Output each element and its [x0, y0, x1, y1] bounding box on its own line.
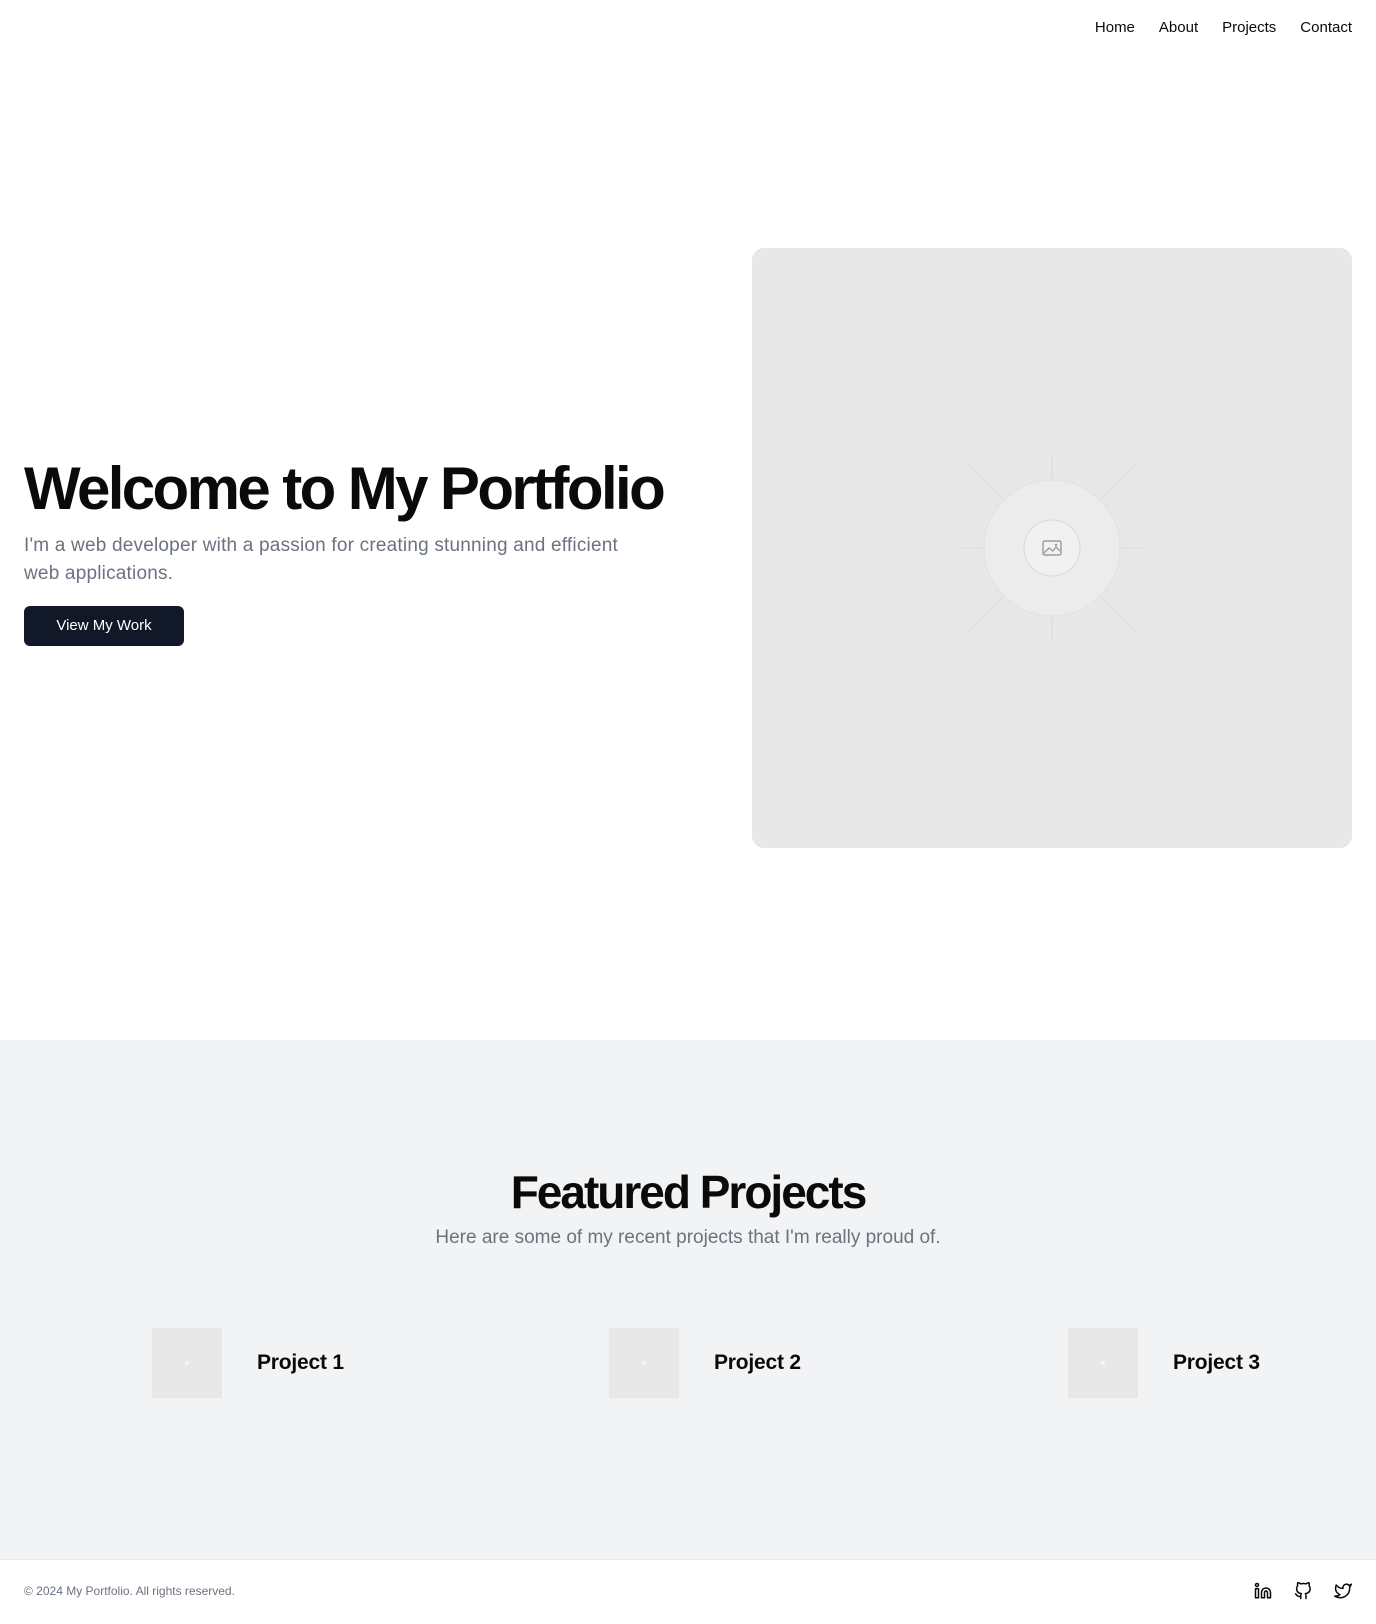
nav-projects-link[interactable]: Projects — [1222, 18, 1276, 38]
project-card-3[interactable]: Project 3 — [1068, 1328, 1260, 1398]
hero-section: Welcome to My Portfolio I'm a web develo… — [0, 56, 1376, 1040]
project-card-1[interactable]: Project 1 — [152, 1328, 344, 1398]
hero-text: Welcome to My Portfolio I'm a web develo… — [24, 456, 684, 646]
nav-contact-link[interactable]: Contact — [1300, 18, 1352, 38]
twitter-icon[interactable] — [1334, 1582, 1352, 1600]
project-thumbnail — [609, 1328, 679, 1398]
nav-about-link[interactable]: About — [1159, 18, 1198, 38]
linkedin-icon[interactable] — [1254, 1582, 1272, 1600]
projects-subtitle: Here are some of my recent projects that… — [435, 1227, 941, 1248]
view-my-work-button[interactable]: View My Work — [24, 606, 184, 646]
featured-projects-section: Featured Projects Here are some of my re… — [0, 1040, 1376, 1559]
project-thumbnail — [1068, 1328, 1138, 1398]
site-footer: © 2024 My Portfolio. All rights reserved… — [0, 1559, 1376, 1624]
project-name: Project 2 — [714, 1351, 801, 1374]
social-links — [1254, 1582, 1352, 1600]
nav-home-link[interactable]: Home — [1095, 18, 1135, 38]
github-icon[interactable] — [1294, 1582, 1312, 1600]
project-thumbnail — [152, 1328, 222, 1398]
projects-title: Featured Projects — [510, 1166, 868, 1218]
main-nav: Home About Projects Contact — [1095, 18, 1352, 38]
project-name: Project 1 — [257, 1351, 344, 1374]
copyright-text: © 2024 My Portfolio. All rights reserved… — [24, 1584, 235, 1598]
project-name: Project 3 — [1173, 1351, 1260, 1374]
hero-subtitle: I'm a web developer with a passion for c… — [24, 535, 618, 584]
project-card-2[interactable]: Project 2 — [609, 1328, 801, 1398]
site-header: Home About Projects Contact — [0, 0, 1376, 56]
hero-image-placeholder — [752, 248, 1352, 848]
image-placeholder-icon — [960, 456, 1144, 640]
hero-title: Welcome to My Portfolio — [24, 455, 666, 522]
